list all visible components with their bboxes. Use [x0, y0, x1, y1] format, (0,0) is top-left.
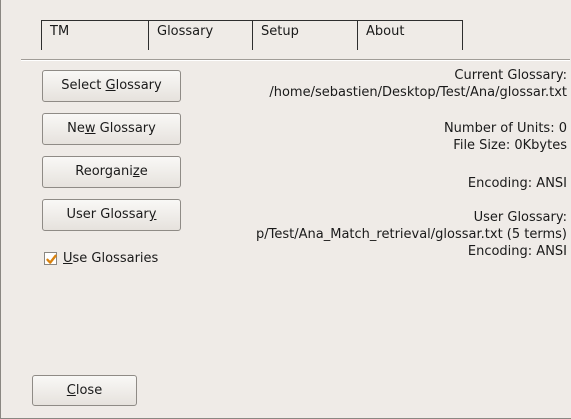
tab-separator [21, 59, 570, 61]
close-button[interactable]: Close [32, 375, 137, 406]
checkbox-label-part: se Glossaries [72, 251, 159, 266]
button-label-part: lose [75, 383, 103, 398]
current-glossary-label: Current Glossary: [454, 68, 567, 83]
reorganize-button[interactable]: Reorganize [42, 156, 181, 188]
button-mnemonic: C [66, 383, 76, 398]
select-glossary-button[interactable]: Select Glossary [42, 70, 181, 102]
new-glossary-button[interactable]: New Glossary [42, 113, 181, 145]
button-mnemonic: z [132, 164, 140, 179]
button-label-part: e [139, 164, 148, 179]
tab-label: Glossary [157, 24, 214, 39]
tab-about[interactable]: About [357, 20, 463, 50]
button-mnemonic: G [105, 78, 116, 93]
tab-tm[interactable]: TM [41, 20, 149, 50]
checkbox-mnemonic: U [63, 251, 73, 266]
tab-bar: TM Glossary Setup About [41, 20, 463, 50]
user-glossary-path: p/Test/Ana_Match_retrieval/glossar.txt (… [256, 227, 567, 242]
button-label-part: Ne [67, 121, 85, 136]
user-glossary-encoding: Encoding: ANSI [467, 244, 567, 259]
button-label-part: User Glossar [66, 207, 149, 222]
checkbox-box[interactable] [44, 252, 57, 265]
use-glossaries-label: Use Glossaries [63, 251, 158, 266]
button-label-part: Glossary [95, 121, 156, 136]
button-label-part: Reorgani [75, 164, 133, 179]
glossary-stats: Number of Units: 0 File Size: 0Kbytes [444, 120, 567, 154]
user-glossary-info: User Glossary: p/Test/Ana_Match_retrieva… [256, 209, 567, 260]
use-glossaries-checkbox[interactable]: Use Glossaries [44, 251, 158, 266]
button-mnemonic: y [148, 207, 157, 222]
number-of-units: Number of Units: 0 [443, 121, 567, 136]
tab-label: Setup [261, 24, 299, 39]
current-glossary-info: Current Glossary: /home/sebastien/Deskto… [269, 67, 567, 101]
glossary-encoding: Encoding: ANSI [467, 176, 567, 191]
tab-glossary[interactable]: Glossary [148, 20, 253, 50]
file-size: File Size: 0Kbytes [453, 138, 567, 153]
button-label-part: Select [61, 78, 106, 93]
user-glossary-label: User Glossary: [473, 210, 567, 225]
user-glossary-button[interactable]: User Glossary [42, 199, 181, 231]
button-mnemonic: w [84, 121, 96, 136]
tab-label: About [366, 24, 405, 39]
tab-label: TM [50, 24, 70, 39]
check-mark-icon [46, 254, 57, 264]
tab-setup[interactable]: Setup [252, 20, 358, 50]
current-glossary-path: /home/sebastien/Desktop/Test/Ana/glossar… [269, 85, 567, 100]
glossary-settings-window: TM Glossary Setup About Select Glossary … [0, 0, 571, 419]
button-label-part: lossary [115, 78, 162, 93]
